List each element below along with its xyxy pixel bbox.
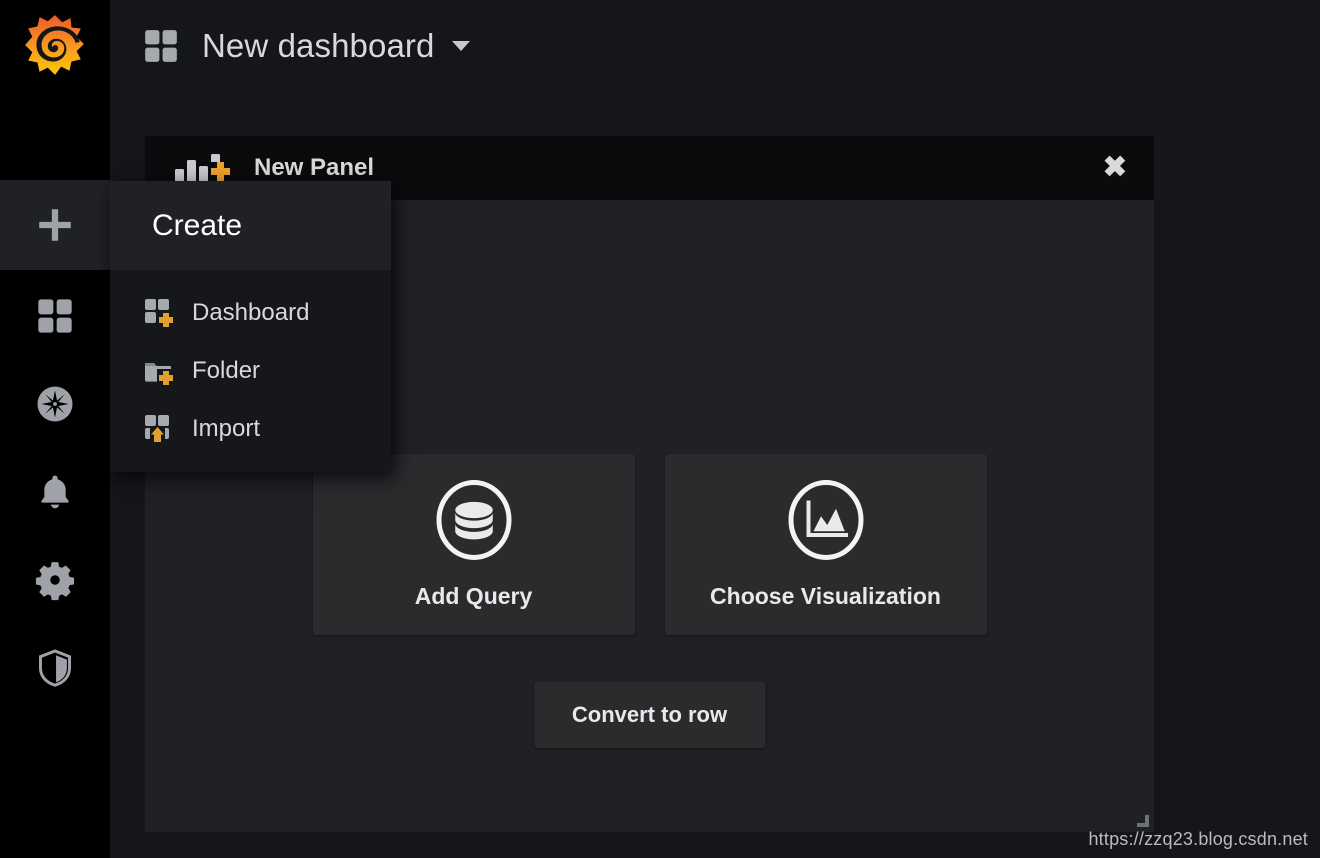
- choose-visualization-card[interactable]: Choose Visualization: [664, 454, 987, 635]
- create-menu-title: Create: [152, 208, 243, 242]
- add-query-label: Add Query: [414, 582, 533, 609]
- panel-title: New Panel: [254, 154, 375, 181]
- image-chart-icon: [786, 479, 866, 565]
- create-menu-item-dashboard[interactable]: Dashboard: [110, 284, 391, 342]
- convert-to-row-button[interactable]: Convert to row: [533, 682, 766, 748]
- create-menu-label: Import: [192, 415, 261, 442]
- add-query-card[interactable]: Add Query: [312, 454, 635, 635]
- panel-action-cards: Add Query Choose Visualization: [145, 454, 1154, 635]
- dashboard-title[interactable]: New dashboard: [202, 27, 434, 65]
- import-icon: [142, 414, 176, 444]
- watermark-text: https://zzq23.blog.csdn.net: [1088, 829, 1308, 849]
- plus-icon: [39, 209, 71, 241]
- compass-icon: [37, 386, 73, 422]
- dashboard-plus-icon: [142, 298, 176, 328]
- create-menu-label: Folder: [192, 357, 261, 384]
- bell-icon: [41, 475, 69, 509]
- resize-grip-icon[interactable]: [1136, 814, 1150, 828]
- chevron-down-icon[interactable]: [452, 41, 471, 51]
- top-navigation-bar: New dashboard: [110, 0, 1320, 92]
- create-menu-header: Create: [110, 181, 391, 270]
- choose-visualization-label: Choose Visualization: [710, 582, 941, 609]
- sidebar-item-alerting[interactable]: [0, 447, 110, 537]
- dashboard-grid-icon: [142, 27, 180, 65]
- shield-icon: [38, 649, 72, 687]
- main-sidebar: [0, 0, 110, 858]
- dashboards-icon: [38, 299, 72, 333]
- close-icon[interactable]: ✖: [1103, 153, 1127, 183]
- create-menu-label: Dashboard: [192, 299, 310, 326]
- sidebar-item-server-admin[interactable]: [0, 623, 110, 713]
- folder-plus-icon: [142, 356, 176, 386]
- sidebar-item-explore[interactable]: [0, 359, 110, 449]
- create-dropdown-menu: Create Dashboard Folder Import: [110, 181, 391, 472]
- gear-icon: [35, 562, 75, 601]
- create-menu-item-folder[interactable]: Folder: [110, 342, 391, 400]
- create-menu-items: Dashboard Folder Import: [110, 270, 391, 472]
- grafana-logo-icon: [25, 15, 84, 75]
- sidebar-item-configuration[interactable]: [0, 535, 110, 625]
- sidebar-item-dashboards[interactable]: [0, 271, 110, 361]
- grafana-app-window: New dashboard New Panel ✖ Add Query Choo…: [0, 0, 1320, 858]
- sidebar-item-create[interactable]: [0, 180, 110, 270]
- create-menu-item-import[interactable]: Import: [110, 400, 391, 458]
- database-icon: [434, 479, 514, 565]
- grafana-logo[interactable]: [0, 0, 110, 92]
